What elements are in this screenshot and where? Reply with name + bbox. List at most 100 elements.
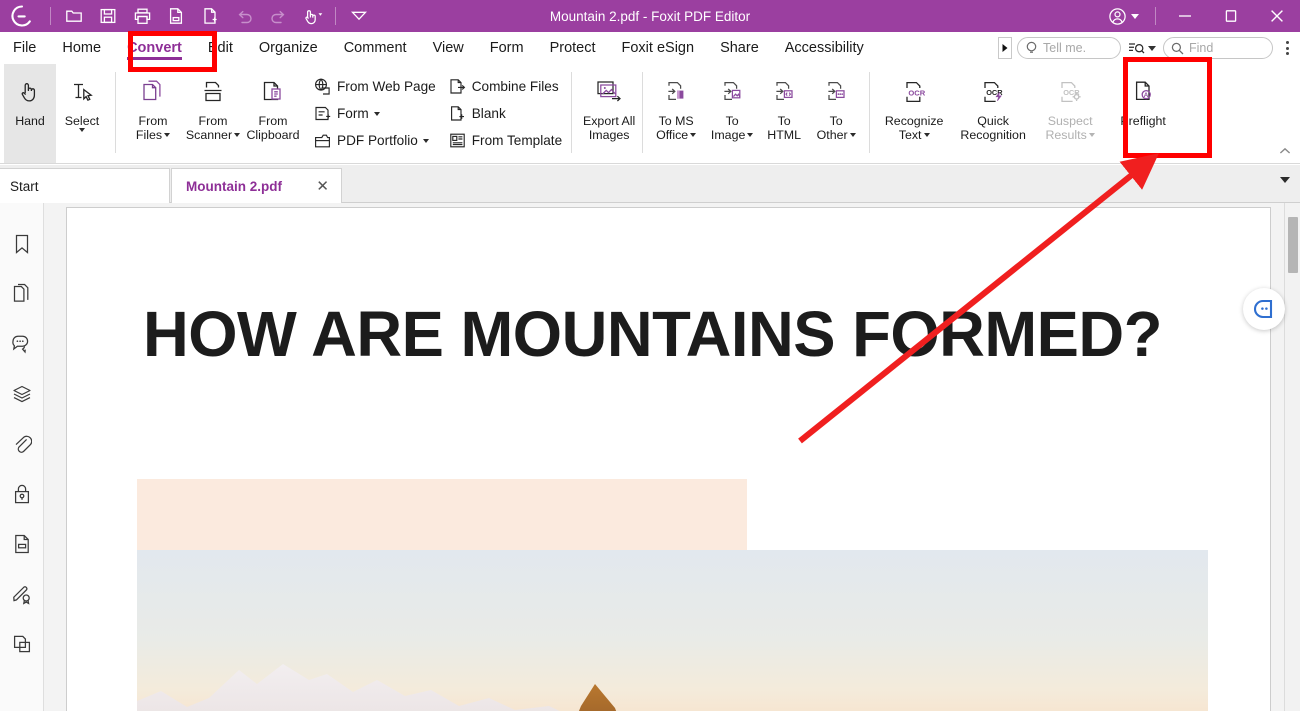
menu-item-form[interactable]: Form	[477, 32, 537, 64]
scroll-thumb[interactable]	[1288, 217, 1298, 273]
tab-start[interactable]: Start	[0, 168, 170, 203]
to-ms-office-button[interactable]: To MS Office	[646, 64, 706, 163]
tell-me-placeholder: Tell me.	[1043, 41, 1087, 55]
to-image-caret-icon[interactable]	[747, 133, 754, 137]
from-scanner-button[interactable]: From Scanner	[183, 64, 243, 163]
from-files-button[interactable]: From Files	[123, 64, 183, 163]
pages-icon[interactable]	[9, 281, 35, 307]
form-button[interactable]: Form	[307, 100, 442, 127]
to-html-button[interactable]: To HTML	[758, 64, 810, 163]
customize-toolbar-icon[interactable]	[342, 0, 376, 32]
foxit-logo-icon[interactable]	[0, 0, 44, 32]
left-navigation-rail	[0, 203, 44, 711]
to-other-caret-icon[interactable]	[849, 133, 856, 137]
to-ms-office-caret-icon[interactable]	[690, 133, 697, 137]
from-files-caret-icon[interactable]	[164, 133, 171, 137]
form-caret-icon[interactable]	[373, 111, 380, 116]
blank-page-label: Blank	[471, 106, 506, 121]
create-pdf-icon[interactable]	[193, 0, 227, 32]
pdf-portfolio-caret-icon[interactable]	[422, 138, 429, 143]
open-file-icon[interactable]	[57, 0, 91, 32]
menu-item-edit[interactable]: Edit	[195, 32, 246, 64]
search-options-caret-icon[interactable]	[1148, 45, 1156, 51]
menu-item-accessibility[interactable]: Accessibility	[772, 32, 877, 64]
maximize-icon[interactable]	[1208, 0, 1254, 32]
attachments-icon[interactable]	[9, 431, 35, 457]
more-vertical-icon[interactable]	[1278, 36, 1296, 60]
preflight-button[interactable]: A Preflight	[1105, 64, 1181, 163]
to-other-label-wrap: To Other	[817, 114, 856, 142]
combine-files-button[interactable]: Combine Files	[442, 73, 568, 100]
redo-icon	[261, 0, 295, 32]
find-input[interactable]: Find	[1163, 37, 1273, 59]
menu-item-protect[interactable]: Protect	[537, 32, 609, 64]
bookmarks-icon[interactable]	[9, 231, 35, 257]
from-clipboard-button[interactable]: From Clipboard	[243, 64, 303, 163]
menu-item-organize[interactable]: Organize	[246, 32, 331, 64]
from-clipboard-label-1: From	[258, 114, 288, 128]
close-icon[interactable]	[1254, 0, 1300, 32]
minimize-icon[interactable]	[1162, 0, 1208, 32]
chat-assistant-icon	[1254, 299, 1273, 319]
to-ms-office-label-1: To MS	[658, 114, 694, 128]
export-all-images-label-1: Export All	[582, 114, 636, 128]
comments-icon[interactable]	[9, 331, 35, 357]
form-label: Form	[337, 106, 369, 121]
recognize-text-caret-icon[interactable]	[923, 133, 930, 137]
blank-page-button[interactable]: Blank	[442, 100, 568, 127]
menu-item-home[interactable]: Home	[49, 32, 114, 64]
document-view-area[interactable]: HOW ARE MOUNTAINS FORMED?	[44, 203, 1300, 711]
menu-item-share[interactable]: Share	[707, 32, 772, 64]
security-lock-icon[interactable]	[9, 481, 35, 507]
to-html-label-1: To	[777, 114, 791, 128]
from-template-button[interactable]: From Template	[442, 127, 568, 154]
tab-close-icon[interactable]: ✕	[312, 177, 333, 195]
tab-list-caret-icon[interactable]	[1280, 177, 1290, 183]
menu-item-file[interactable]: File	[0, 32, 49, 64]
select-tool-caret-icon[interactable]	[79, 128, 85, 132]
account-icon[interactable]	[1098, 0, 1149, 32]
to-image-button[interactable]: To Image	[706, 64, 758, 163]
hand-tool-button[interactable]: Hand	[4, 64, 56, 163]
quick-recognition-button[interactable]: OCR Quick Recognition	[951, 64, 1035, 163]
account-caret-icon[interactable]	[1131, 13, 1139, 19]
menu-item-foxit-esign[interactable]: Foxit eSign	[609, 32, 708, 64]
touch-mode-icon[interactable]	[295, 0, 329, 32]
ribbon-create-list-right: Combine Files Blank From Template	[442, 64, 568, 163]
save-icon[interactable]	[91, 0, 125, 32]
to-html-icon	[770, 72, 798, 112]
export-all-images-icon	[594, 72, 624, 112]
to-other-button[interactable]: To Other	[810, 64, 862, 163]
layers-icon[interactable]	[9, 381, 35, 407]
to-ms-office-label-2: Office	[656, 128, 689, 142]
from-web-page-button[interactable]: From Web Page	[307, 73, 442, 100]
pdf-portfolio-button[interactable]: PDF Portfolio	[307, 127, 442, 154]
to-image-label-2: Image	[710, 128, 746, 142]
digital-signature-icon[interactable]	[9, 581, 35, 607]
document-tab-strip: Start Mountain 2.pdf ✕	[0, 165, 1300, 203]
export-icon[interactable]	[159, 0, 193, 32]
menu-item-comment[interactable]: Comment	[331, 32, 420, 64]
from-scanner-caret-icon[interactable]	[234, 133, 241, 137]
chat-assistant-button[interactable]	[1243, 288, 1285, 330]
ribbon-group-export: Export All Images To MS Office To Image …	[575, 64, 866, 163]
recognize-text-button[interactable]: OCR Recognize Text	[877, 64, 951, 163]
overflow-right-arrow-icon[interactable]	[998, 37, 1012, 59]
menu-item-convert[interactable]: Convert	[114, 32, 195, 64]
combine-files-label: Combine Files	[471, 79, 559, 94]
stamps-icon[interactable]	[9, 631, 35, 657]
to-other-label-1: To	[829, 114, 843, 128]
tab-mountain-2-pdf[interactable]: Mountain 2.pdf ✕	[171, 168, 342, 203]
quick-recognition-label-2: Recognition	[960, 128, 1026, 142]
export-all-images-button[interactable]: Export All Images	[579, 64, 639, 163]
print-icon[interactable]	[125, 0, 159, 32]
suspect-results-label-1: Suspect	[1047, 114, 1093, 128]
collapse-ribbon-icon[interactable]	[1276, 143, 1294, 159]
menu-item-view[interactable]: View	[420, 32, 477, 64]
select-tool-button[interactable]: Select	[56, 64, 108, 163]
tell-me-input[interactable]: Tell me.	[1017, 37, 1121, 59]
to-image-label-wrap: To Image	[710, 114, 754, 142]
search-options-icon[interactable]	[1126, 41, 1158, 55]
vertical-scrollbar[interactable]	[1284, 203, 1300, 711]
fields-icon[interactable]	[9, 531, 35, 557]
